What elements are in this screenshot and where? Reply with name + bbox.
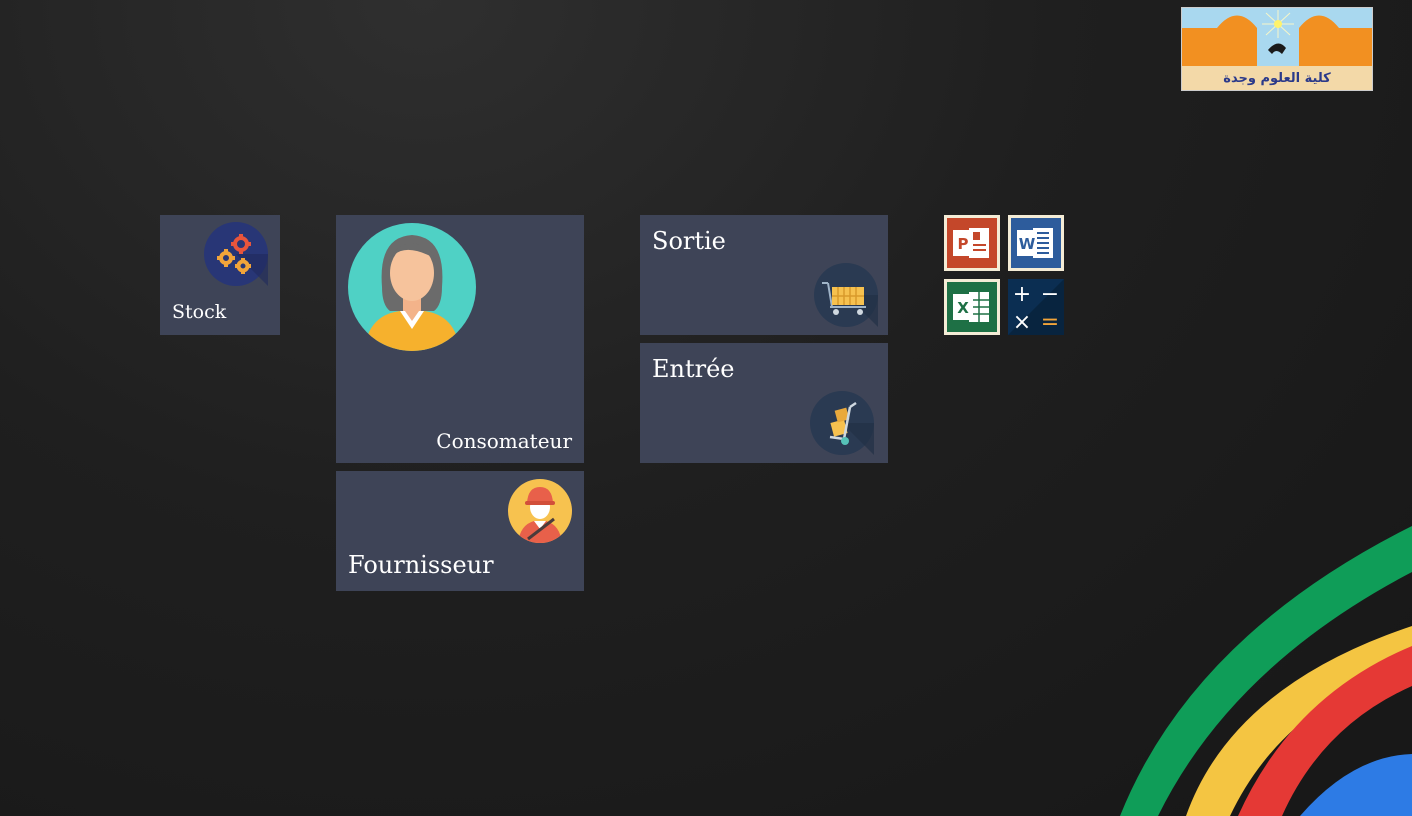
tile-entree-label: Entrée xyxy=(652,355,735,383)
calculator-plus: + xyxy=(1013,282,1031,307)
calculator-app-icon[interactable]: + − × = xyxy=(1008,279,1064,335)
user-woman-icon xyxy=(348,223,476,355)
decorative-swoosh xyxy=(1120,526,1412,816)
tile-sortie-label: Sortie xyxy=(652,227,726,255)
tile-consomateur-label: Consomateur xyxy=(436,429,572,453)
tile-consomateur[interactable]: Consomateur xyxy=(336,215,584,463)
tile-entree[interactable]: Entrée xyxy=(640,343,888,463)
cart-icon xyxy=(814,263,878,331)
tile-stock[interactable]: Stock xyxy=(160,215,280,335)
worker-icon xyxy=(508,479,572,547)
powerpoint-letter: P xyxy=(958,235,969,253)
tile-fournisseur[interactable]: Fournisseur xyxy=(336,471,584,591)
calculator-equals: = xyxy=(1041,310,1059,335)
calculator-times: × xyxy=(1013,310,1031,335)
logo-text: كلية العلوم وجدة xyxy=(1223,71,1331,86)
faculty-logo: كلية العلوم وجدة xyxy=(1181,7,1373,91)
word-app-icon[interactable]: W xyxy=(1008,215,1064,271)
excel-letter: X xyxy=(957,299,969,317)
excel-app-icon[interactable]: X xyxy=(944,279,1000,335)
tile-fournisseur-label: Fournisseur xyxy=(348,551,494,579)
tile-sortie[interactable]: Sortie xyxy=(640,215,888,335)
tile-stock-label: Stock xyxy=(172,301,227,323)
powerpoint-app-icon[interactable]: P xyxy=(944,215,1000,271)
hand-truck-icon xyxy=(810,391,874,459)
calculator-minus: − xyxy=(1041,282,1059,307)
gears-icon xyxy=(204,222,268,290)
word-letter: W xyxy=(1019,235,1036,253)
